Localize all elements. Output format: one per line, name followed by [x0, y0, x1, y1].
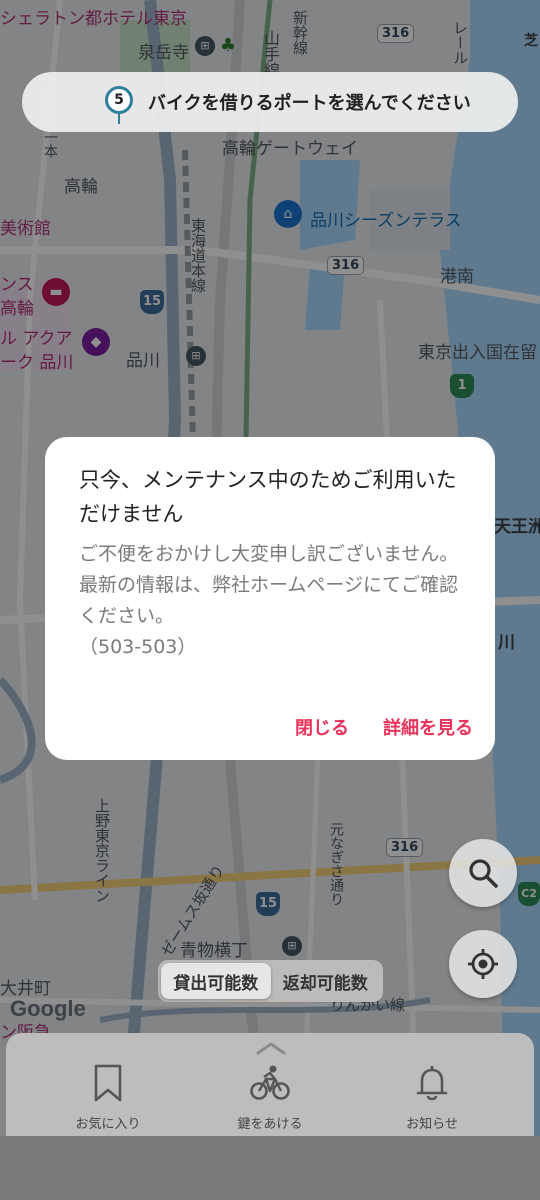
- close-button[interactable]: 閉じる: [295, 714, 349, 740]
- dialog-message-line-2: 最新の情報は、弊社ホームページにてご確認ください。: [79, 574, 459, 627]
- search-button[interactable]: [449, 839, 517, 907]
- chevron-up-icon[interactable]: [256, 1041, 286, 1055]
- nav-unlock-label: 鍵をあける: [237, 1117, 303, 1132]
- bell-icon: [416, 1066, 448, 1101]
- availability-toggle: 貸出可能数 返却可能数: [158, 960, 383, 1002]
- banner-text: バイクを借りるポートを選んでください: [148, 93, 471, 114]
- bookmark-icon: [94, 1064, 122, 1102]
- current-location-button[interactable]: [449, 930, 517, 998]
- view-details-button[interactable]: 詳細を見る: [383, 714, 473, 740]
- location-target-icon: [468, 949, 498, 979]
- search-icon: [469, 859, 498, 888]
- dialog-title: 只今、メンテナンス中のためご利用いただけません: [79, 468, 457, 526]
- rent-availability-tab[interactable]: 貸出可能数: [161, 963, 271, 999]
- nav-notifications-label: お知らせ: [406, 1117, 458, 1132]
- instruction-banner: 5 バイクを借りるポートを選んでください: [22, 72, 518, 132]
- dialog-message-line-1: ご不便をおかけし大変申し訳ございません。: [79, 543, 459, 565]
- maintenance-dialog: 只今、メンテナンス中のためご利用いただけません ご不便をおかけし大変申し訳ござい…: [45, 437, 495, 760]
- return-availability-tab[interactable]: 返却可能数: [271, 963, 381, 999]
- nav-favorites-label: お気に入り: [75, 1117, 141, 1132]
- nav-notifications[interactable]: お知らせ: [362, 1061, 502, 1132]
- nav-unlock[interactable]: 鍵をあける: [200, 1061, 340, 1132]
- nav-favorites[interactable]: お気に入り: [38, 1061, 178, 1132]
- bicycle-icon: [250, 1065, 290, 1100]
- system-navigation-bar: [0, 1136, 540, 1200]
- step-number-icon: 5: [105, 86, 133, 124]
- dialog-error-code: （503-503）: [79, 636, 197, 658]
